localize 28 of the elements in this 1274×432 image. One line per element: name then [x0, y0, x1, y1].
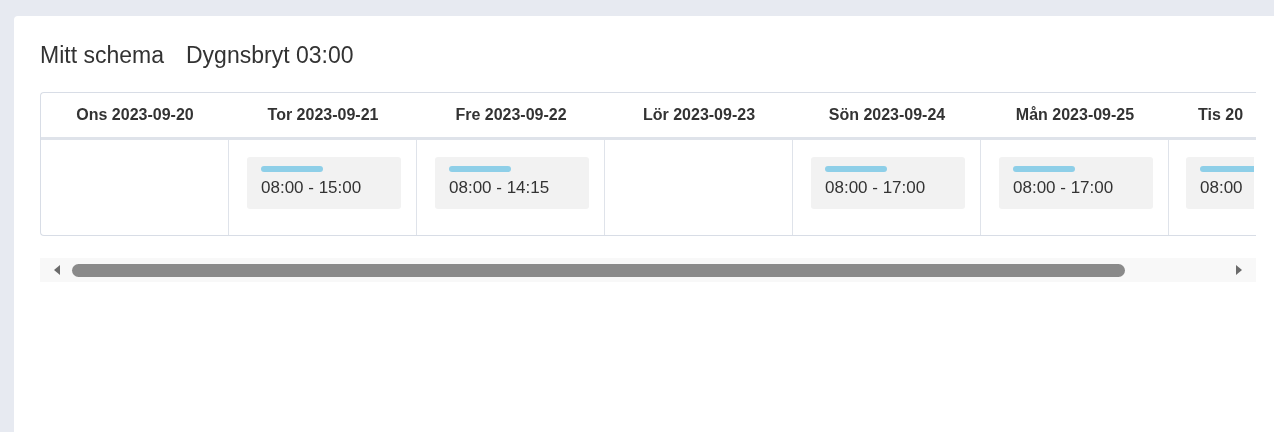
shift-block[interactable]: 08:00 - 17:00 — [811, 157, 965, 209]
shift-time: 08:00 - 14:15 — [449, 178, 550, 197]
day-header: Sön 2023-09-24 — [828, 106, 946, 124]
shift-bar — [261, 166, 323, 172]
shift-bar — [1200, 166, 1254, 172]
scrollbar-thumb[interactable] — [72, 263, 1125, 277]
scroll-right-icon[interactable] — [1234, 264, 1244, 276]
shift-time: 08:00 - 17:00 — [1013, 178, 1114, 197]
scroll-left-icon[interactable] — [52, 264, 62, 276]
day-header: Tis 20 — [1198, 106, 1244, 124]
shift-block[interactable]: 08:00 - 15:00 — [247, 157, 401, 209]
day-header: Tor 2023-09-21 — [267, 106, 379, 124]
day-header: Ons 2023-09-20 — [76, 106, 194, 124]
page-title: Mitt schema — [40, 42, 164, 69]
shift-bar — [449, 166, 511, 172]
shift-time: 08:00 - 17:00 — [825, 178, 926, 197]
shift-block[interactable]: 08:00 — [1186, 157, 1254, 209]
day-header: Mån 2023-09-25 — [1015, 106, 1135, 124]
shift-time: 08:00 — [1200, 178, 1243, 197]
shift-block[interactable]: 08:00 - 17:00 — [999, 157, 1153, 209]
shift-time: 08:00 - 15:00 — [261, 178, 362, 197]
horizontal-scrollbar[interactable] — [40, 258, 1256, 282]
day-header: Lör 2023-09-23 — [642, 106, 756, 124]
shift-block[interactable]: 08:00 - 14:15 — [435, 157, 589, 209]
day-header: Fre 2023-09-22 — [455, 106, 567, 124]
shift-bar — [825, 166, 887, 172]
shift-bar — [1013, 166, 1075, 172]
day-break-label: Dygnsbryt 03:00 — [186, 42, 354, 69]
